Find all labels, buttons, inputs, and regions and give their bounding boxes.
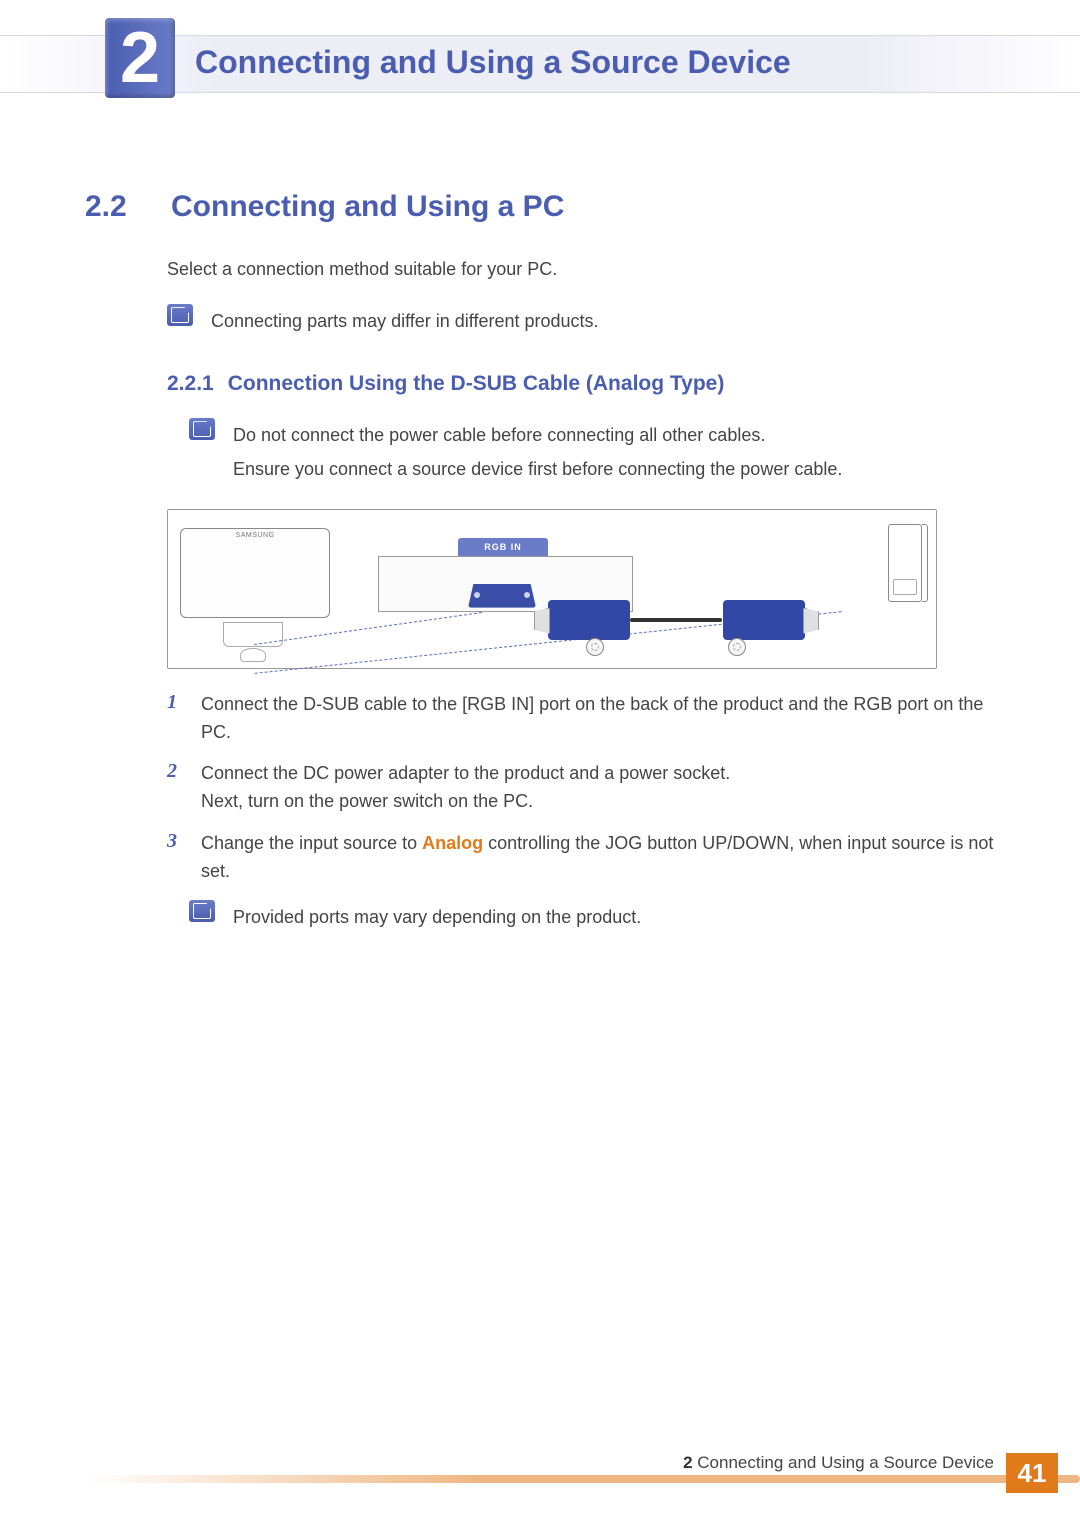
- screw-icon: [586, 638, 604, 656]
- step3-pre: Change the input source to: [201, 833, 422, 853]
- note-ports-vary: Provided ports may vary depending on the…: [189, 900, 995, 934]
- step-3: 3 Change the input source to Analog cont…: [167, 830, 995, 886]
- monitor-brand: SAMSUNG: [236, 532, 275, 539]
- page-content: 2.2 Connecting and Using a PC Select a c…: [85, 190, 995, 956]
- step2-line2: Next, turn on the power switch on the PC…: [201, 791, 533, 811]
- connection-diagram: SAMSUNG RGB IN: [167, 509, 937, 669]
- step-2: 2 Connect the DC power adapter to the pr…: [167, 760, 995, 816]
- screw-icon: [728, 638, 746, 656]
- note-icon: [189, 418, 215, 440]
- footer-accent-bar: [85, 1475, 1080, 1483]
- footer-chapter-number: 2: [683, 1453, 692, 1472]
- monitor-back: [223, 622, 283, 647]
- step-number: 2: [167, 760, 185, 816]
- section-number: 2.2: [85, 190, 143, 224]
- analog-highlight: Analog: [422, 833, 483, 853]
- cable-line: [630, 618, 722, 622]
- section-heading: 2.2 Connecting and Using a PC: [85, 190, 995, 224]
- page-footer: 2 Connecting and Using a Source Device 4…: [85, 1457, 1080, 1497]
- pc-tower-side: [922, 524, 928, 602]
- step2-line1: Connect the DC power adapter to the prod…: [201, 763, 730, 783]
- page-number: 41: [1018, 1458, 1047, 1489]
- pc-tower: [888, 524, 922, 602]
- chapter-badge: 2: [105, 18, 175, 98]
- step-text: Connect the DC power adapter to the prod…: [201, 760, 730, 816]
- note-power-cable: Do not connect the power cable before co…: [189, 418, 995, 486]
- section-intro: Select a connection method suitable for …: [167, 256, 995, 282]
- subsection-title: Connection Using the D-SUB Cable (Analog…: [228, 372, 725, 396]
- subsection-heading: 2.2.1 Connection Using the D-SUB Cable (…: [167, 372, 995, 396]
- page-number-badge: 41: [1006, 1453, 1058, 1493]
- monitor-stand: [240, 648, 266, 662]
- step-text: Connect the D-SUB cable to the [RGB IN] …: [201, 691, 995, 747]
- section-title: Connecting and Using a PC: [171, 190, 564, 224]
- note-differ: Connecting parts may differ in different…: [167, 304, 995, 338]
- note-text: Provided ports may vary depending on the…: [233, 900, 641, 934]
- footer-chapter: 2 Connecting and Using a Source Device: [683, 1453, 994, 1473]
- step-1: 1 Connect the D-SUB cable to the [RGB IN…: [167, 691, 995, 747]
- warn-line1: Do not connect the power cable before co…: [233, 425, 765, 445]
- dsub-plug-left: [548, 600, 630, 640]
- chapter-title: Connecting and Using a Source Device: [195, 44, 791, 81]
- subsection-number: 2.2.1: [167, 372, 214, 396]
- rgb-in-label: RGB IN: [458, 538, 548, 556]
- note-text: Connecting parts may differ in different…: [211, 304, 599, 338]
- monitor-illustration: SAMSUNG: [180, 528, 330, 618]
- footer-chapter-title: Connecting and Using a Source Device: [697, 1453, 994, 1472]
- note-text: Do not connect the power cable before co…: [233, 418, 842, 486]
- vga-port: [468, 584, 536, 608]
- step-number: 1: [167, 691, 185, 747]
- step-number: 3: [167, 830, 185, 886]
- note-icon: [189, 900, 215, 922]
- note-icon: [167, 304, 193, 326]
- step-text: Change the input source to Analog contro…: [201, 830, 995, 886]
- warn-line2: Ensure you connect a source device first…: [233, 459, 842, 479]
- chapter-number: 2: [120, 22, 160, 94]
- dsub-plug-right: [723, 600, 805, 640]
